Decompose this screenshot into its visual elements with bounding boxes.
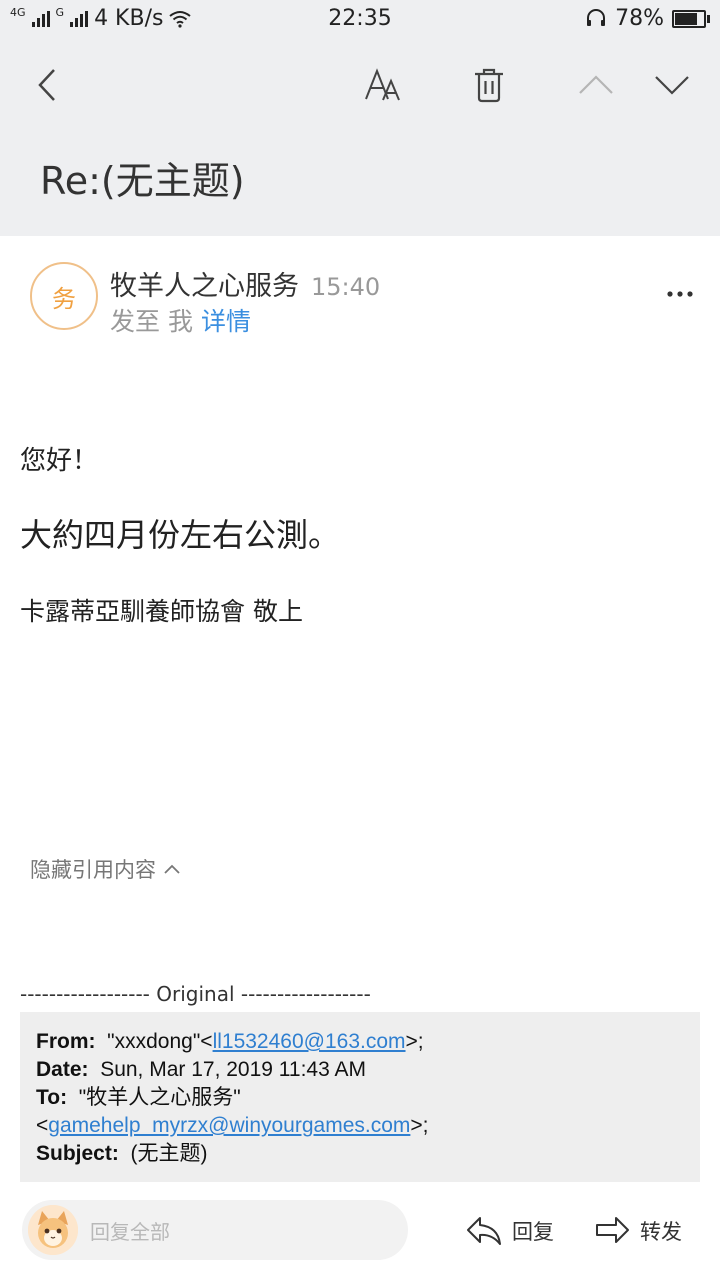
quote-from-row: From: "xxxdong"<ll1532460@163.com>; <box>36 1028 684 1056</box>
chevron-down-icon <box>655 76 689 95</box>
chevron-left-icon <box>38 69 55 101</box>
to-email-link[interactable]: gamehelp_myrzx@winyourgames.com <box>48 1114 410 1137</box>
sender-name[interactable]: 牧羊人之心服务 <box>110 271 299 302</box>
more-dots-icon <box>667 291 693 297</box>
subject-value: (无主题) <box>130 1142 208 1165</box>
to-label: To: <box>36 1086 68 1109</box>
sender-avatar[interactable]: 务 <box>30 262 98 330</box>
status-right: 78% <box>585 6 710 31</box>
from-name: "xxxdong"< <box>107 1030 213 1053</box>
battery-fill <box>675 12 697 25</box>
sender-info: 牧羊人之心服务 15:40 <box>110 264 380 303</box>
bottom-action-bar: 回复全部 回复 转发 <box>0 1196 720 1280</box>
to-suffix: >; <box>410 1114 429 1137</box>
trash-icon <box>475 68 503 103</box>
details-link[interactable]: 详情 <box>201 307 251 336</box>
to-prefix: < <box>36 1114 49 1137</box>
mail-header: Re:(无主题) <box>0 40 720 236</box>
subject-label: Subject: <box>36 1142 119 1165</box>
chevron-up-small-icon <box>164 864 180 874</box>
reply-button[interactable]: 回复 <box>466 1206 554 1256</box>
body-greeting: 您好！ <box>20 446 99 476</box>
battery-percent: 78% <box>615 6 664 31</box>
more-button[interactable] <box>660 274 700 314</box>
reply-all-placeholder: 回复全部 <box>90 1219 170 1244</box>
delete-button[interactable] <box>464 60 514 110</box>
body-signature: 卡露蒂亞馴養師協會 敬上 <box>20 597 303 626</box>
recipient-label: 发至 我 <box>110 307 193 336</box>
sender-row: 务 牧羊人之心服务 15:40 发至 我详情 <box>30 262 700 342</box>
quoted-header: From: "xxxdong"<ll1532460@163.com>; Date… <box>20 1012 700 1182</box>
hide-quote-toggle[interactable]: 隐藏引用内容 <box>30 854 180 884</box>
user-avatar <box>28 1205 78 1255</box>
battery-icon <box>672 9 710 28</box>
hide-quote-label: 隐藏引用内容 <box>30 858 156 882</box>
font-size-icon <box>365 68 400 101</box>
sender-time: 15:40 <box>311 273 381 301</box>
status-bar: 4G G 4 KB/s 22:35 78% <box>0 0 720 40</box>
headset-icon <box>587 8 606 26</box>
date-label: Date: <box>36 1058 89 1081</box>
recipient-line: 发至 我详情 <box>110 302 251 338</box>
from-suffix: >; <box>405 1030 424 1053</box>
original-separator: ------------------ Original ------------… <box>20 982 371 1006</box>
quote-to-row: To: "牧羊人之心服务" <box>36 1084 684 1112</box>
reply-icon <box>467 1217 501 1245</box>
font-size-button[interactable] <box>358 60 408 110</box>
from-label: From: <box>36 1030 96 1053</box>
forward-button[interactable]: 转发 <box>594 1206 682 1256</box>
reply-all-input[interactable]: 回复全部 <box>22 1200 408 1260</box>
quote-subject-row: Subject: (无主题) <box>36 1140 684 1168</box>
date-value: Sun, Mar 17, 2019 11:43 AM <box>100 1058 366 1081</box>
cat-avatar-icon <box>28 1205 78 1255</box>
quote-date-row: Date: Sun, Mar 17, 2019 11:43 AM <box>36 1056 684 1084</box>
back-button[interactable] <box>22 60 72 110</box>
reply-label: 回复 <box>512 1220 554 1244</box>
body-main-text: 大約四月份左右公測。 <box>20 516 341 554</box>
chevron-up-icon <box>579 75 613 94</box>
from-email-link[interactable]: ll1532460@163.com <box>213 1030 406 1053</box>
mail-subject: Re:(无主题) <box>40 159 245 203</box>
previous-mail-button[interactable] <box>571 60 621 110</box>
next-mail-button[interactable] <box>647 60 697 110</box>
forward-label: 转发 <box>640 1220 682 1244</box>
quote-to-email-row: <gamehelp_myrzx@winyourgames.com>; <box>36 1112 684 1140</box>
to-name: "牧羊人之心服务" <box>78 1086 241 1109</box>
forward-icon <box>596 1217 629 1243</box>
